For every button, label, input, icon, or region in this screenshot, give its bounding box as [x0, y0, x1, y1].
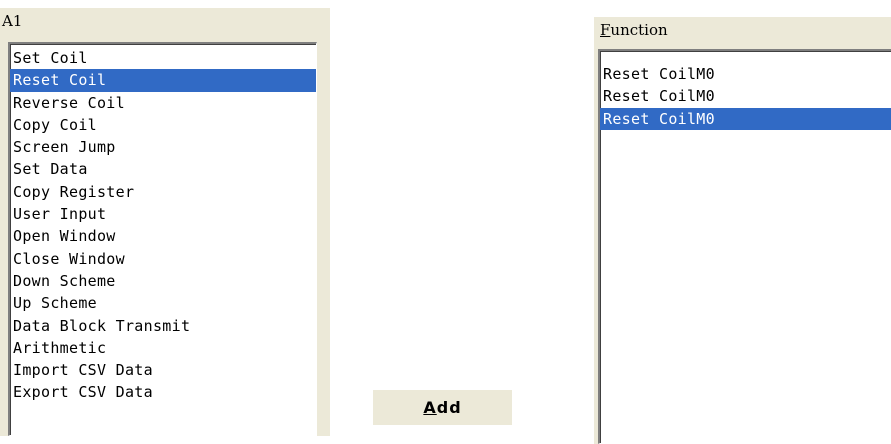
- action-list-item[interactable]: Reverse Coil: [10, 92, 316, 114]
- actions-listbox[interactable]: Set Coil Reset Coil Reverse Coil Copy Coil S…: [8, 42, 317, 436]
- actions-panel: A1 Set Coil Reset Coil Reverse Coil Copy Co…: [0, 8, 330, 436]
- add-button[interactable]: Add: [373, 390, 512, 425]
- function-panel: Function Reset CoilM0 Reset CoilM0 Reset C…: [594, 17, 891, 444]
- action-list-item[interactable]: Open Window: [10, 225, 316, 247]
- action-list-item[interactable]: Import CSV Data: [10, 359, 316, 381]
- function-list-item[interactable]: Reset CoilM0: [600, 107, 891, 130]
- actions-group-label: A1: [2, 12, 23, 30]
- action-list-item[interactable]: Set Coil: [10, 47, 316, 69]
- action-list-item[interactable]: User Input: [10, 203, 316, 225]
- function-list-item[interactable]: Reset CoilM0: [600, 63, 891, 85]
- action-list-item[interactable]: Close Window: [10, 248, 316, 270]
- action-list-item[interactable]: Set Data: [10, 158, 316, 180]
- action-list-item[interactable]: Arithmetic: [10, 337, 316, 359]
- action-list-item[interactable]: Copy Coil: [10, 114, 316, 136]
- action-list-item[interactable]: Up Scheme: [10, 292, 316, 314]
- action-list-item[interactable]: Export CSV Data: [10, 381, 316, 403]
- function-listbox[interactable]: Reset CoilM0 Reset CoilM0 Reset CoilM0: [598, 49, 891, 444]
- action-list-item[interactable]: Screen Jump: [10, 136, 316, 158]
- function-label-mnemonic: F: [600, 21, 611, 39]
- action-list-item[interactable]: Reset Coil: [10, 69, 316, 92]
- function-group-label: Function: [600, 21, 668, 39]
- function-list-item[interactable]: Reset CoilM0: [600, 85, 891, 107]
- function-label-text: unction: [610, 21, 668, 39]
- add-button-mnemonic: A: [423, 398, 437, 417]
- action-list-item[interactable]: Down Scheme: [10, 270, 316, 292]
- action-list-item[interactable]: Data Block Transmit: [10, 315, 316, 337]
- add-button-label: dd: [436, 398, 462, 417]
- action-list-item[interactable]: Copy Register: [10, 181, 316, 203]
